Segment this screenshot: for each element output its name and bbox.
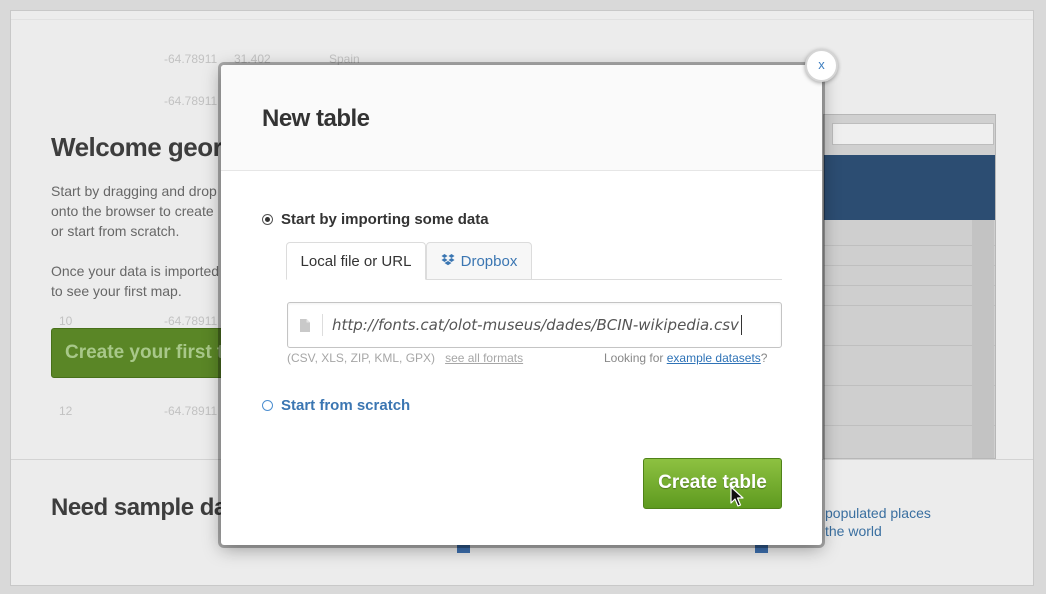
formats-list: (CSV, XLS, ZIP, KML, GPX) <box>287 351 436 365</box>
start-from-scratch-label[interactable]: Start from scratch <box>281 397 410 414</box>
preview-side-column <box>972 220 994 458</box>
tab-label: Dropbox <box>460 253 518 270</box>
see-all-formats-link[interactable]: see all formats <box>445 351 523 365</box>
bg-cell-index: 12 <box>59 404 73 418</box>
preview-row-line <box>824 345 995 346</box>
bg-cell-name: Spain <box>329 52 360 66</box>
looking-for-text: Looking for <box>604 351 664 365</box>
mouse-cursor-icon <box>730 486 744 507</box>
question-mark: ? <box>760 351 768 365</box>
sample-link-the-world[interactable]: the world <box>825 523 882 539</box>
sample-data-heading: Need sample da <box>51 494 227 521</box>
close-dialog-button[interactable]: x <box>805 49 838 82</box>
bg-cell-lon: -64.78911 <box>164 314 218 328</box>
bg-cell-index: 10 <box>59 314 73 328</box>
dialog-title: New table <box>262 105 370 132</box>
bg-cell-lon: -64.78911 <box>164 404 218 418</box>
preview-row-line <box>824 385 995 386</box>
intro-line: or start from scratch. <box>51 223 180 239</box>
preview-search-bar <box>832 123 994 145</box>
intro-line: Start by dragging and drop <box>51 183 217 199</box>
preview-row-line <box>824 425 995 426</box>
import-data-label[interactable]: Start by importing some data <box>281 211 489 228</box>
create-table-button[interactable]: Create table <box>643 458 782 509</box>
preview-table <box>824 220 995 458</box>
formats-hint: (CSV, XLS, ZIP, KML, GPX) see all format… <box>287 351 523 365</box>
tab-dropbox[interactable]: Dropbox <box>426 242 532 280</box>
dropbox-icon <box>441 254 455 266</box>
intro-line: onto the browser to create <box>51 203 214 219</box>
bg-cell-lon: -64.78911 <box>164 52 218 66</box>
sample-link-populated-places[interactable]: populated places <box>825 505 931 521</box>
preview-row-line <box>824 265 995 266</box>
bg-row-divider <box>11 19 1033 20</box>
import-line: to see your first map. <box>51 283 182 299</box>
url-input-field[interactable] <box>287 302 782 348</box>
input-separator <box>322 314 323 336</box>
new-table-dialog: New table Start by importing some data L… <box>221 65 822 545</box>
file-icon <box>300 319 310 332</box>
example-datasets-hint: Looking for example datasets? <box>604 351 767 365</box>
preview-row-line <box>824 245 995 246</box>
url-input[interactable] <box>332 303 762 347</box>
bg-cell-lat: 31.402 <box>234 52 271 66</box>
preview-row-line <box>824 285 995 286</box>
app-preview-image <box>823 114 996 459</box>
tab-local-file-or-url[interactable]: Local file or URL <box>286 242 426 280</box>
import-text: Once your data is imported to see your f… <box>51 261 241 301</box>
welcome-heading: Welcome geor <box>51 132 223 162</box>
bg-cell-lon: -64.78911 <box>164 94 218 108</box>
example-datasets-link[interactable]: example datasets <box>667 351 761 365</box>
tab-label: Local file or URL <box>300 253 412 270</box>
import-line: Once your data is imported <box>51 263 220 279</box>
intro-text: Start by dragging and drop onto the brow… <box>51 181 241 241</box>
preview-row-line <box>824 305 995 306</box>
text-cursor <box>741 315 742 335</box>
import-data-radio[interactable] <box>262 214 273 225</box>
preview-header-band <box>824 155 995 220</box>
start-from-scratch-radio[interactable] <box>262 400 273 411</box>
dialog-header: New table <box>221 65 822 171</box>
